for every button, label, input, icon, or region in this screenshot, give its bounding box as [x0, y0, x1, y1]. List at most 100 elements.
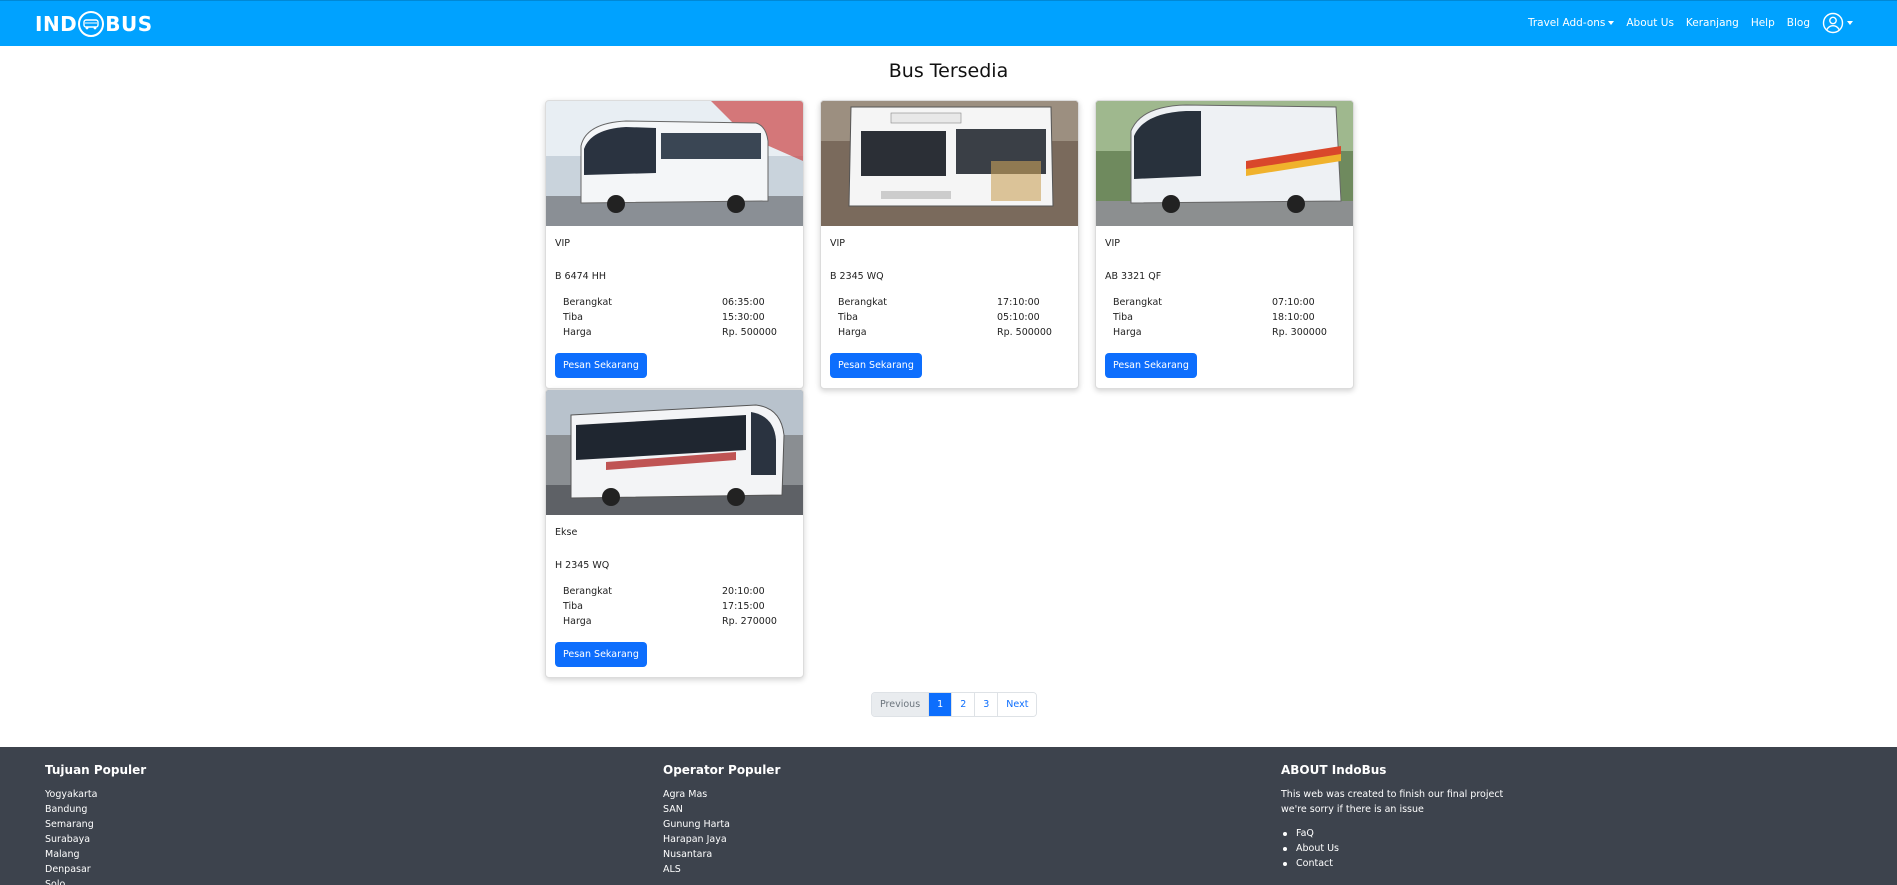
bus-card: VIP B 6474 HH Berangkat 06:35:00 Tiba 15:3…: [545, 100, 804, 389]
bus-class: Ekse: [555, 527, 578, 538]
destination-list: Yogyakarta Bandung Semarang Surabaya Mal…: [45, 787, 146, 885]
operator-link[interactable]: Nusantara: [663, 847, 780, 862]
nav-blog[interactable]: Blog: [1787, 17, 1810, 29]
navbar: IND BUS Travel Add-ons About Us Keranjan…: [0, 0, 1897, 46]
price-label: Harga: [838, 327, 867, 338]
pagination-previous[interactable]: Previous: [872, 693, 930, 716]
price-row: Harga Rp. 500000: [563, 325, 781, 340]
arrive-label: Tiba: [1113, 312, 1134, 323]
depart-row: Berangkat 20:10:00: [563, 584, 781, 599]
arrive-row: Tiba 05:10:00: [838, 310, 1056, 325]
operator-link[interactable]: Harapan Jaya: [663, 832, 780, 847]
book-now-button[interactable]: Pesan Sekarang: [555, 642, 647, 667]
arrive-value: 05:10:00: [997, 312, 1040, 323]
price-value: Rp. 500000: [722, 327, 777, 338]
page-title: Bus Tersedia: [888, 60, 1009, 82]
user-avatar-icon: [1822, 12, 1844, 34]
caret-down-icon: [1847, 21, 1853, 25]
pagination-page-1[interactable]: 1: [929, 693, 953, 716]
price-label: Harga: [563, 327, 592, 338]
bus-image: [821, 101, 1078, 226]
price-label: Harga: [1113, 327, 1142, 338]
footer-heading: Operator Populer: [663, 763, 781, 777]
operator-link[interactable]: Agra Mas: [663, 787, 780, 802]
footer-contact-link[interactable]: Contact: [1281, 856, 1521, 871]
nav-menu: Travel Add-ons About Us Keranjang Help B…: [1528, 1, 1853, 45]
bus-plate: B 6474 HH: [555, 271, 607, 282]
bus-logo-icon: [78, 11, 105, 37]
price-label: Harga: [563, 616, 592, 627]
nav-keranjang[interactable]: Keranjang: [1686, 17, 1739, 29]
nav-travel-addons-dropdown[interactable]: Travel Add-ons: [1527, 17, 1615, 29]
about-text-line-1: This web was created to finish our final…: [1281, 789, 1504, 800]
bus-image: [1096, 101, 1353, 226]
pagination-page-2[interactable]: 2: [952, 693, 976, 716]
footer-heading: ABOUT IndoBus: [1281, 763, 1387, 777]
operator-link[interactable]: Gunung Harta: [663, 817, 780, 832]
brand-logo[interactable]: IND BUS: [35, 11, 153, 37]
depart-value: 17:10:00: [997, 297, 1040, 308]
operator-list: Agra Mas SAN Gunung Harta Harapan Jaya N…: [663, 787, 780, 877]
depart-row: Berangkat 07:10:00: [1113, 295, 1331, 310]
bus-class: VIP: [1105, 238, 1121, 249]
footer-popular-operators: Operator Populer Agra Mas SAN Gunung Har…: [663, 763, 780, 877]
footer-faq-link[interactable]: FaQ: [1281, 826, 1521, 841]
bus-plate: B 2345 WQ: [830, 271, 884, 282]
depart-value: 20:10:00: [722, 586, 765, 597]
pagination-next[interactable]: Next: [998, 693, 1037, 716]
price-value: Rp. 500000: [997, 327, 1052, 338]
bus-image: [546, 390, 803, 515]
depart-value: 07:10:00: [1272, 297, 1315, 308]
destination-link[interactable]: Semarang: [45, 817, 146, 832]
price-value: Rp. 300000: [1272, 327, 1327, 338]
depart-label: Berangkat: [563, 297, 613, 308]
bus-card: VIP B 2345 WQ Berangkat 17:10:00 Tiba 05:1…: [820, 100, 1079, 389]
destination-link[interactable]: Surabaya: [45, 832, 146, 847]
destination-link[interactable]: Yogyakarta: [45, 787, 146, 802]
bus-image: [546, 101, 803, 226]
arrive-label: Tiba: [563, 312, 584, 323]
nav-about-us[interactable]: About Us: [1626, 17, 1674, 29]
nav-travel-addons-label: Travel Add-ons: [1527, 17, 1606, 29]
arrive-label: Tiba: [838, 312, 859, 323]
about-text-line-2: we're sorry if there is an issue: [1281, 804, 1424, 815]
bus-class: VIP: [555, 238, 571, 249]
operator-link[interactable]: SAN: [663, 802, 780, 817]
destination-link[interactable]: Solo: [45, 877, 146, 885]
depart-label: Berangkat: [1113, 297, 1163, 308]
footer-about-us-link[interactable]: About Us: [1281, 841, 1521, 856]
depart-row: Berangkat 06:35:00: [563, 295, 781, 310]
brand-text-right: BUS: [105, 12, 153, 36]
footer-popular-destinations: Tujuan Populer Yogyakarta Bandung Semara…: [45, 763, 146, 885]
pagination-page-3[interactable]: 3: [975, 693, 999, 716]
nav-help[interactable]: Help: [1751, 17, 1775, 29]
user-menu-dropdown[interactable]: [1822, 12, 1853, 34]
destination-link[interactable]: Malang: [45, 847, 146, 862]
schedule-table: Berangkat 17:10:00 Tiba 05:10:00 Harga Rp. …: [838, 295, 1056, 340]
arrive-label: Tiba: [563, 601, 584, 612]
about-links: FaQ About Us Contact: [1281, 826, 1521, 871]
depart-label: Berangkat: [838, 297, 888, 308]
destination-link[interactable]: Bandung: [45, 802, 146, 817]
brand-text-left: IND: [35, 12, 78, 36]
book-now-button[interactable]: Pesan Sekarang: [555, 353, 647, 378]
book-now-button[interactable]: Pesan Sekarang: [830, 353, 922, 378]
depart-label: Berangkat: [563, 586, 613, 597]
footer-about: ABOUT IndoBus This web was created to fi…: [1281, 763, 1521, 871]
bus-plate: H 2345 WQ: [555, 560, 610, 571]
depart-row: Berangkat 17:10:00: [838, 295, 1056, 310]
arrive-value: 17:15:00: [722, 601, 765, 612]
bus-class: VIP: [830, 238, 846, 249]
operator-link[interactable]: ALS: [663, 862, 780, 877]
price-row: Harga Rp. 500000: [838, 325, 1056, 340]
arrive-row: Tiba 15:30:00: [563, 310, 781, 325]
price-value: Rp. 270000: [722, 616, 777, 627]
destination-link[interactable]: Denpasar: [45, 862, 146, 877]
schedule-table: Berangkat 20:10:00 Tiba 17:15:00 Harga Rp. …: [563, 584, 781, 629]
arrive-value: 15:30:00: [722, 312, 765, 323]
footer-heading: Tujuan Populer: [45, 763, 147, 777]
schedule-table: Berangkat 07:10:00 Tiba 18:10:00 Harga Rp. …: [1113, 295, 1331, 340]
depart-value: 06:35:00: [722, 297, 765, 308]
book-now-button[interactable]: Pesan Sekarang: [1105, 353, 1197, 378]
bus-card: VIP AB 3321 QF Berangkat 07:10:00 Tiba 18:…: [1095, 100, 1354, 389]
